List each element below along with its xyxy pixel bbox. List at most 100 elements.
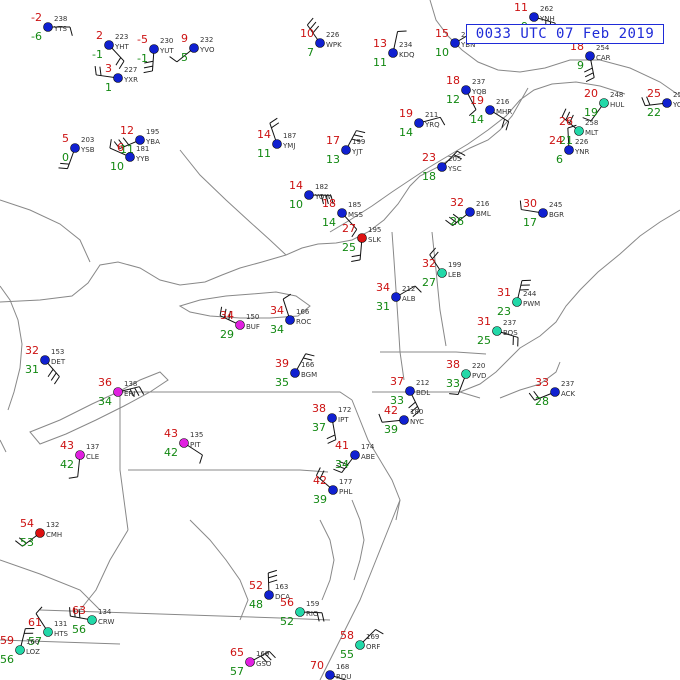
station-id-label: NYC bbox=[410, 418, 424, 426]
temperature-label: 15 bbox=[435, 27, 449, 40]
station-id-label: YUT bbox=[159, 47, 174, 55]
dewpoint-label: 39 bbox=[313, 493, 327, 506]
temperature-label: 34 bbox=[270, 304, 284, 317]
dewpoint-label: 42 bbox=[164, 446, 178, 459]
temperature-label: 3 bbox=[105, 62, 112, 75]
station-id-label: ROC bbox=[296, 318, 311, 326]
station-dot bbox=[399, 415, 409, 425]
pressure-label: 237 bbox=[472, 78, 485, 86]
temperature-label: 61 bbox=[28, 616, 42, 629]
station-id-label: YRQ bbox=[424, 121, 440, 129]
temperature-label: 24 bbox=[549, 134, 563, 147]
temperature-label: -5 bbox=[137, 33, 148, 46]
dewpoint-label: 27 bbox=[422, 276, 436, 289]
pressure-label: 137 bbox=[86, 443, 99, 451]
station-id-label: MHR bbox=[496, 108, 512, 116]
pressure-label: 177 bbox=[339, 478, 352, 486]
temperature-label: 59 bbox=[0, 634, 14, 647]
dewpoint-label: 10 bbox=[110, 160, 124, 173]
pressure-label: 227 bbox=[124, 66, 137, 74]
pressure-label: 216 bbox=[496, 98, 510, 106]
dewpoint-label: 42 bbox=[60, 458, 74, 471]
station-dot bbox=[179, 438, 189, 448]
temperature-label: 33 bbox=[535, 376, 549, 389]
temperature-label: 54 bbox=[20, 517, 34, 530]
station-id-label: ORF bbox=[366, 643, 380, 651]
pressure-label: 226 bbox=[326, 31, 340, 39]
pressure-label: 258 bbox=[585, 119, 598, 127]
pressure-label: 181 bbox=[136, 145, 149, 153]
station-id-label: MSS bbox=[348, 211, 363, 219]
station-dot bbox=[461, 369, 471, 379]
station-id-label: WPK bbox=[326, 41, 342, 49]
station-id-label: YHT bbox=[114, 43, 130, 51]
dewpoint-label: 10 bbox=[289, 198, 303, 211]
dewpoint-label: 18 bbox=[422, 170, 436, 183]
station-dot bbox=[337, 208, 347, 218]
dewpoint-label: -6 bbox=[31, 30, 42, 43]
dewpoint-label: 13 bbox=[326, 153, 340, 166]
pressure-label: 237 bbox=[561, 380, 574, 388]
station-dot bbox=[304, 190, 314, 200]
station-id-label: YMJ bbox=[282, 142, 295, 150]
pressure-label: 174 bbox=[361, 443, 375, 451]
temperature-label: 32 bbox=[422, 257, 436, 270]
station-id-label: CAR bbox=[596, 54, 611, 62]
station-dot bbox=[574, 126, 584, 136]
station-id-label: BGR bbox=[549, 211, 564, 219]
temperature-label: 13 bbox=[373, 37, 387, 50]
pressure-label: 131 bbox=[54, 620, 67, 628]
dewpoint-label: -1 bbox=[92, 48, 103, 61]
station-dot bbox=[538, 208, 548, 218]
station-id-label: RDU bbox=[336, 673, 351, 680]
station-id-label: BUF bbox=[246, 323, 260, 331]
dewpoint-label: 52 bbox=[280, 615, 294, 628]
station-id-label: YXR bbox=[123, 76, 138, 84]
station-id-label: ERI bbox=[124, 390, 135, 398]
dewpoint-label: 57 bbox=[230, 665, 244, 678]
dewpoint-label: 17 bbox=[523, 216, 537, 229]
temperature-label: 43 bbox=[60, 439, 74, 452]
dewpoint-label: 22 bbox=[647, 106, 661, 119]
dewpoint-label: 31 bbox=[376, 300, 390, 313]
station-id-label: DET bbox=[51, 358, 66, 366]
dewpoint-label: 9 bbox=[577, 59, 584, 72]
station-dot bbox=[245, 657, 255, 667]
station-id-label: CRW bbox=[98, 618, 114, 626]
pressure-label: 182 bbox=[315, 183, 328, 191]
temperature-label: 5 bbox=[62, 132, 69, 145]
pressure-label: 166 bbox=[301, 361, 315, 369]
station-dot bbox=[327, 413, 337, 423]
temperature-label: 65 bbox=[230, 646, 244, 659]
pressure-label: 134 bbox=[98, 608, 112, 616]
temperature-label: 18 bbox=[322, 197, 336, 210]
station-dot bbox=[585, 51, 595, 61]
pressure-label: 211 bbox=[425, 111, 438, 119]
station-dot bbox=[125, 152, 135, 162]
pressure-label: 159 bbox=[306, 600, 319, 608]
pressure-label: 232 bbox=[200, 36, 213, 44]
pressure-label: 238 bbox=[54, 15, 67, 23]
temperature-label: 6 bbox=[117, 141, 124, 154]
pressure-label: 195 bbox=[146, 128, 159, 136]
temperature-label: 19 bbox=[399, 107, 413, 120]
temperature-label: 20 bbox=[584, 87, 598, 100]
pressure-label: 135 bbox=[190, 431, 203, 439]
temperature-label: 58 bbox=[340, 629, 354, 642]
dewpoint-label: 39 bbox=[384, 423, 398, 436]
pressure-label: 160 bbox=[26, 638, 39, 646]
pressure-label: 262 bbox=[540, 5, 553, 13]
station-id-label: CMH bbox=[46, 531, 62, 539]
station-id-label: YSC bbox=[447, 165, 462, 173]
station-dot bbox=[437, 162, 447, 172]
pressure-label: 254 bbox=[596, 44, 610, 52]
temperature-label: 18 bbox=[446, 74, 460, 87]
station-id-label: ACK bbox=[561, 390, 576, 398]
pressure-label: 245 bbox=[549, 201, 562, 209]
station-dot bbox=[512, 297, 522, 307]
station-id-label: LOZ bbox=[26, 648, 40, 656]
dewpoint-label: 26 bbox=[450, 215, 464, 228]
pressure-label: 199 bbox=[448, 261, 461, 269]
station-dot bbox=[290, 368, 300, 378]
station-dot bbox=[295, 607, 305, 617]
